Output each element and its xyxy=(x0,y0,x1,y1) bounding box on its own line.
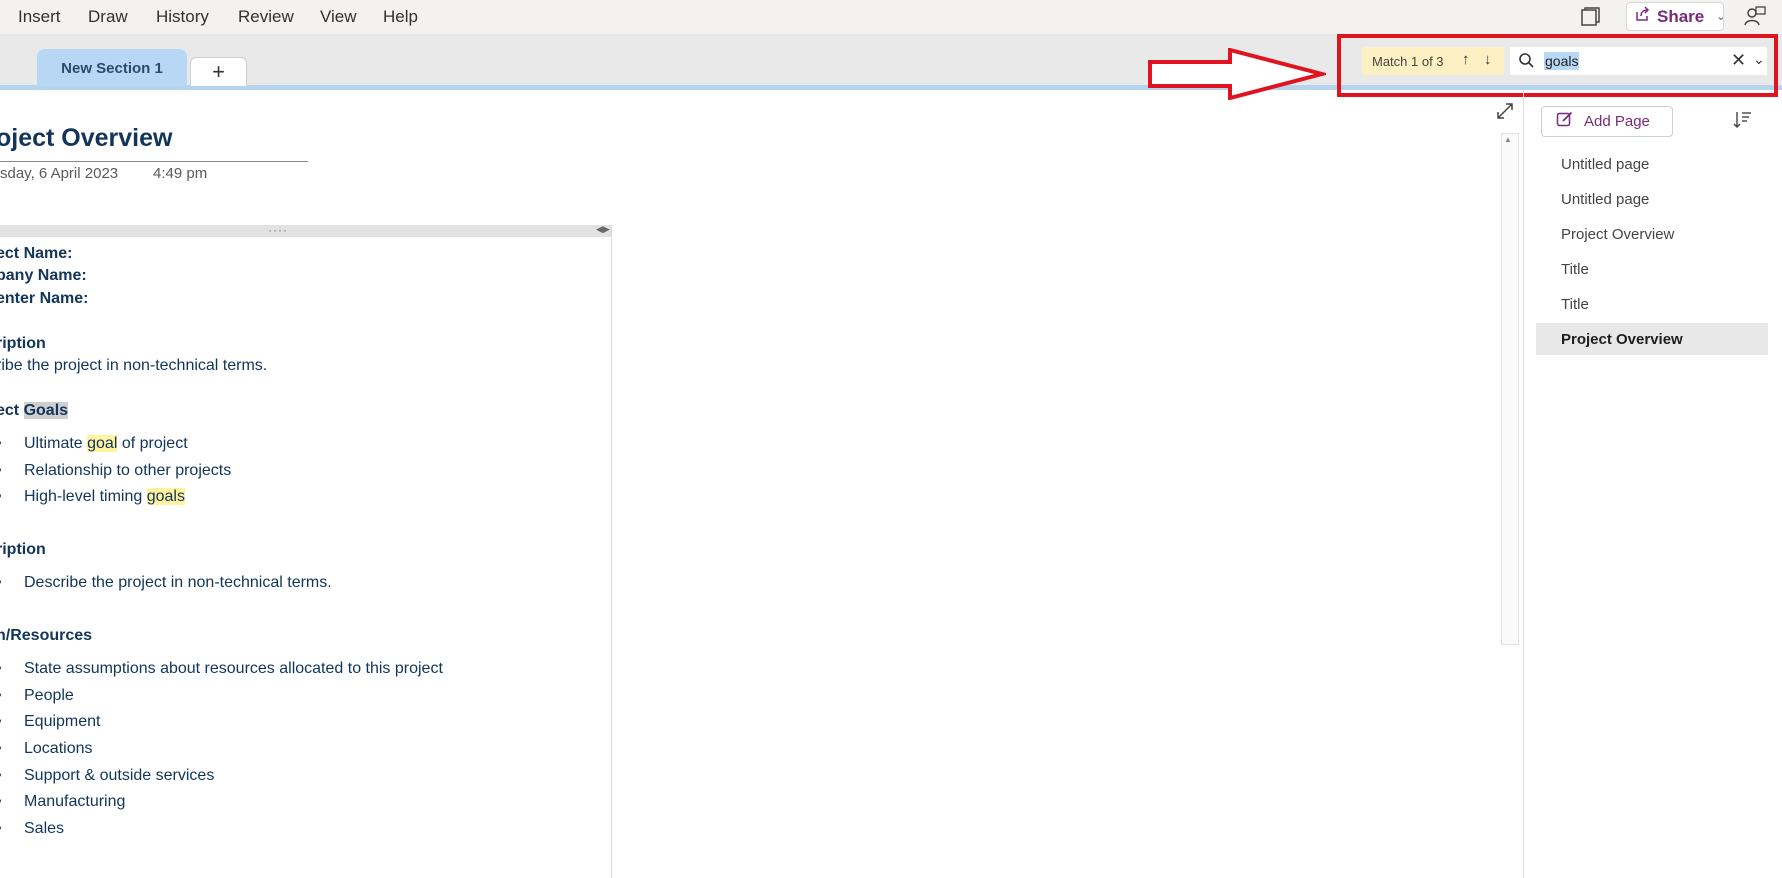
bullet-dot: • xyxy=(0,820,2,838)
description-heading[interactable]: ription xyxy=(0,335,46,353)
scroll-up-arrow-icon[interactable]: ▲ xyxy=(1504,135,1512,144)
bullet-dot: • xyxy=(0,793,2,811)
share-button[interactable]: Share ⌄ xyxy=(1626,2,1726,31)
description-bullet[interactable]: Describe the project in non-technical te… xyxy=(24,574,332,592)
menu-help[interactable]: Help xyxy=(383,7,418,27)
add-page-button[interactable]: Add Page xyxy=(1541,106,1673,137)
goals-bullet-3[interactable]: High-level timing goals xyxy=(24,488,185,506)
resources-bullet[interactable]: Sales xyxy=(24,820,64,838)
bullet-dot: • xyxy=(0,767,2,785)
bullet-dot: • xyxy=(0,740,2,758)
page-title[interactable]: oject Overview xyxy=(0,124,172,153)
goals-heading-prefix: ect xyxy=(0,402,20,419)
sort-icon[interactable] xyxy=(1730,108,1754,132)
menu-review[interactable]: Review xyxy=(238,7,294,27)
note-container-border xyxy=(611,225,612,878)
search-match-highlight: goal xyxy=(87,435,118,452)
resources-bullet[interactable]: People xyxy=(24,687,74,705)
menu-draw[interactable]: Draw xyxy=(88,7,128,27)
expand-icon[interactable] xyxy=(1494,100,1516,122)
description-heading-2[interactable]: ription xyxy=(0,541,46,559)
notebook-icon[interactable] xyxy=(1578,6,1602,28)
pages-pane-divider xyxy=(1523,90,1524,878)
field-project-name[interactable]: ect Name: xyxy=(0,245,72,263)
ribbon-menu-bar: Insert Draw History Review View Help Sha… xyxy=(0,0,1782,35)
share-icon xyxy=(1635,6,1651,27)
resources-bullet[interactable]: Support & outside services xyxy=(24,767,214,785)
search-match-highlight: goals xyxy=(146,488,185,505)
resize-arrows-icon[interactable]: ◀▶ xyxy=(596,224,610,235)
tab-new-section-1[interactable]: New Section 1 xyxy=(37,49,187,87)
page-list-item[interactable]: Untitled page xyxy=(1536,183,1768,215)
chevron-down-icon: ⌄ xyxy=(1716,11,1726,23)
share-label: Share xyxy=(1657,6,1705,26)
vertical-scrollbar[interactable] xyxy=(1501,133,1519,645)
field-company-name[interactable]: pany Name: xyxy=(0,267,87,285)
edit-page-icon xyxy=(1556,110,1574,133)
menu-insert[interactable]: Insert xyxy=(18,7,61,27)
feedback-person-icon[interactable] xyxy=(1742,4,1768,30)
resources-heading[interactable]: n/Resources xyxy=(0,627,92,645)
bullet-dot: • xyxy=(0,660,2,678)
menu-view[interactable]: View xyxy=(320,7,357,27)
add-page-label: Add Page xyxy=(1584,113,1650,130)
page-list-item[interactable]: Title xyxy=(1536,288,1768,320)
menu-history[interactable]: History xyxy=(156,7,209,27)
bullet-dot: • xyxy=(0,687,2,705)
page-list-item[interactable]: Title xyxy=(1536,253,1768,285)
bullet-dot: • xyxy=(0,462,2,480)
description-text[interactable]: ribe the project in non-technical terms. xyxy=(0,357,267,375)
page-list-item[interactable]: Project Overview xyxy=(1536,218,1768,250)
goals-bullet-2[interactable]: Relationship to other projects xyxy=(24,462,231,480)
page-list-item-active[interactable]: Project Overview xyxy=(1536,323,1768,355)
bullet-dot: • xyxy=(0,488,2,506)
goals-heading[interactable]: ect Goals xyxy=(0,402,69,420)
goals-bullet-1-suffix: of project xyxy=(117,435,188,452)
resources-bullet[interactable]: Manufacturing xyxy=(24,793,125,811)
goals-heading-match: Goals xyxy=(23,402,69,419)
resources-bullet[interactable]: Equipment xyxy=(24,713,101,731)
resources-bullet[interactable]: State assumptions about resources alloca… xyxy=(24,660,443,678)
bullet-dot: • xyxy=(0,435,2,453)
annotation-highlight-box xyxy=(1337,34,1778,97)
field-center-name[interactable]: enter Name: xyxy=(0,290,88,308)
drag-handle-icon[interactable]: ···· xyxy=(268,223,288,237)
page-date: sday, 6 April 2023 xyxy=(0,165,119,182)
add-section-button[interactable]: + xyxy=(190,57,247,86)
goals-bullet-1[interactable]: Ultimate goal of project xyxy=(24,435,188,453)
bullet-dot: • xyxy=(0,713,2,731)
goals-bullet-3-text: High-level timing xyxy=(24,488,147,505)
resources-bullet[interactable]: Locations xyxy=(24,740,93,758)
annotation-arrow-icon xyxy=(1148,48,1326,100)
note-container-handle[interactable] xyxy=(0,225,612,237)
goals-bullet-1-text: Ultimate xyxy=(24,435,88,452)
page-list-item[interactable]: Untitled page xyxy=(1536,148,1768,180)
title-underline xyxy=(0,161,308,162)
page-time: 4:49 pm xyxy=(153,165,208,182)
bullet-dot: • xyxy=(0,574,2,592)
